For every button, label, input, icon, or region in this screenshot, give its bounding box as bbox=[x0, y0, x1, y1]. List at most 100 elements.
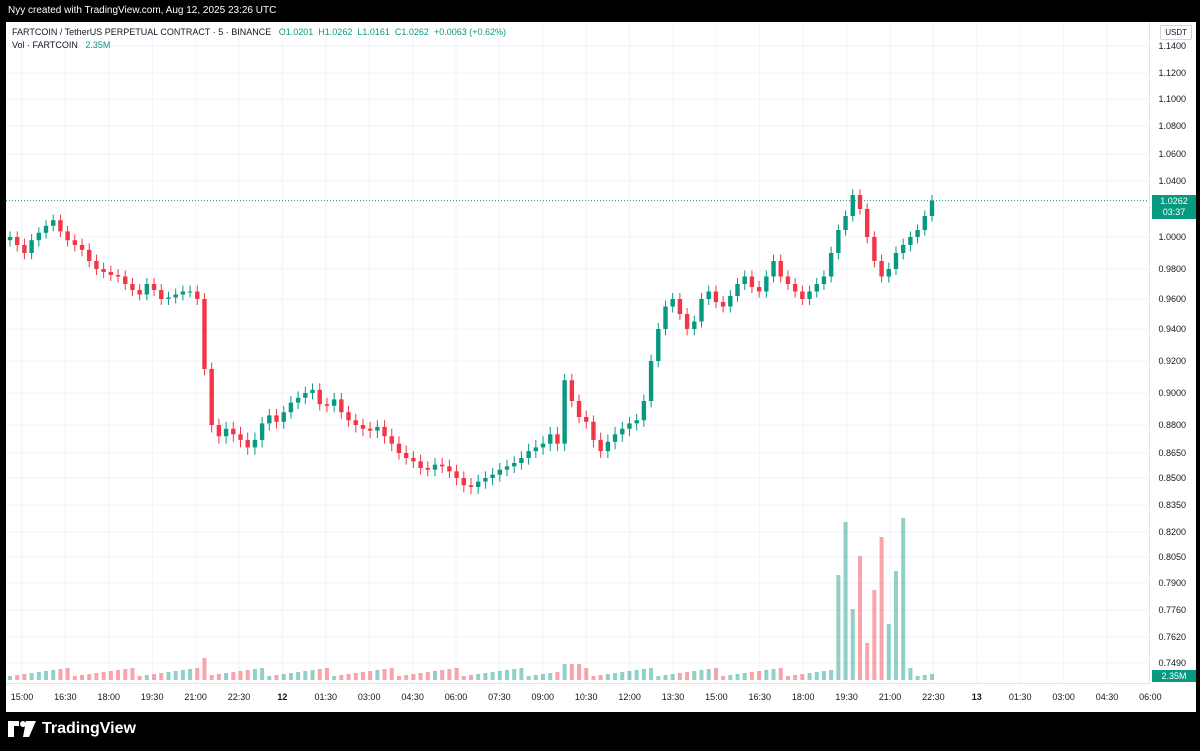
price-tick: 0.7900 bbox=[1158, 578, 1186, 588]
volume-bar bbox=[857, 556, 862, 680]
price-tick: 0.8200 bbox=[1158, 527, 1186, 537]
volume-bar bbox=[144, 675, 149, 680]
candle-body bbox=[591, 421, 596, 440]
volume-bar bbox=[29, 673, 34, 680]
volume-bar bbox=[728, 675, 733, 680]
time-tick: 15:00 bbox=[705, 692, 728, 702]
volume-bar bbox=[65, 668, 70, 680]
volume-bar bbox=[836, 575, 841, 680]
candle-body bbox=[476, 481, 481, 487]
candle-body bbox=[403, 453, 409, 458]
high-value: H1.0262 bbox=[318, 27, 353, 37]
candle-body bbox=[706, 291, 711, 299]
price-plot[interactable] bbox=[6, 22, 1150, 684]
volume-bar bbox=[252, 669, 257, 680]
candle-body bbox=[288, 402, 294, 413]
price-tick: 0.8800 bbox=[1158, 420, 1186, 430]
volume-bar bbox=[512, 669, 517, 680]
currency-unit-button[interactable]: USDT bbox=[1160, 25, 1192, 40]
volume-label[interactable]: Vol · FARTCOIN bbox=[12, 40, 78, 50]
time-tick: 01:30 bbox=[314, 692, 338, 702]
candle-body bbox=[620, 428, 625, 435]
volume-bar bbox=[692, 671, 697, 680]
volume-bar bbox=[15, 675, 20, 680]
volume-bar bbox=[562, 664, 567, 680]
time-tick: 04:30 bbox=[1095, 692, 1119, 702]
volume-bar bbox=[130, 668, 135, 680]
volume-bar bbox=[195, 668, 200, 680]
candle-body bbox=[360, 425, 366, 429]
candle-body bbox=[648, 361, 654, 401]
candle-body bbox=[720, 302, 726, 307]
candle-body bbox=[159, 290, 164, 299]
volume-bar bbox=[584, 668, 589, 680]
time-tick: 10:30 bbox=[574, 692, 598, 702]
volume-bar bbox=[461, 676, 466, 680]
time-tick: 13:30 bbox=[661, 692, 685, 702]
volume-bar bbox=[605, 674, 610, 680]
volume-bar bbox=[51, 670, 56, 680]
time-tick: 15:00 bbox=[10, 692, 34, 702]
volume-bar bbox=[389, 668, 394, 680]
candle-body bbox=[108, 272, 114, 275]
candle-body bbox=[555, 434, 560, 444]
candle-body bbox=[317, 389, 322, 405]
candle-body bbox=[504, 466, 510, 470]
chart-panel[interactable]: FARTCOIN / TetherUS PERPETUAL CONTRACT ·… bbox=[6, 22, 1196, 712]
time-tick: 19:30 bbox=[835, 692, 858, 702]
candle-body bbox=[778, 261, 783, 277]
candle-body bbox=[656, 329, 661, 361]
volume-bar bbox=[231, 672, 236, 680]
volume-bar bbox=[901, 518, 906, 680]
volume-bar bbox=[541, 674, 546, 680]
volume-bar bbox=[360, 672, 365, 680]
candle-body bbox=[634, 420, 639, 424]
candle-body bbox=[814, 284, 819, 292]
candle-body bbox=[879, 261, 884, 277]
candle-body bbox=[137, 290, 142, 295]
volume-bar bbox=[332, 676, 337, 680]
candle-body bbox=[180, 291, 186, 295]
candle-body bbox=[692, 321, 697, 329]
candle-body bbox=[771, 261, 776, 277]
volume-bar bbox=[108, 671, 113, 680]
price-tick: 0.7620 bbox=[1158, 632, 1186, 642]
volume-bar bbox=[555, 672, 560, 680]
time-axis[interactable]: 15:00 16:30 18:00 19:30 21:00 22:30 12 01:30 03:… bbox=[6, 683, 1162, 712]
open-value: O1.0201 bbox=[278, 27, 314, 37]
volume-bar bbox=[850, 609, 855, 680]
price-axis[interactable]: USDT 1.0262 03:37 2.35M 1.1400 1.1200 1.10… bbox=[1149, 22, 1196, 684]
volume-bar bbox=[569, 664, 574, 680]
volume-bar bbox=[396, 676, 401, 680]
candle-body bbox=[641, 401, 647, 421]
volume-bar bbox=[317, 669, 322, 680]
volume-bar bbox=[101, 672, 106, 680]
candle-body bbox=[684, 314, 690, 329]
candle-body bbox=[396, 443, 402, 453]
time-tick: 22:30 bbox=[922, 692, 945, 702]
volume-bar bbox=[930, 674, 934, 680]
volume-bar bbox=[267, 676, 272, 680]
volume-bar bbox=[490, 672, 495, 680]
time-tick: 19:30 bbox=[140, 692, 164, 702]
volume-bar bbox=[44, 671, 49, 680]
candle-body bbox=[699, 299, 704, 322]
volume-bar bbox=[166, 672, 171, 680]
symbol-title[interactable]: FARTCOIN / TetherUS PERPETUAL CONTRACT ·… bbox=[12, 27, 271, 37]
volume-bar bbox=[591, 676, 596, 680]
candle-body bbox=[439, 464, 445, 467]
volume-bar bbox=[620, 672, 625, 680]
volume-last-label: 2.35M bbox=[1152, 670, 1196, 682]
bar-countdown: 03:37 bbox=[1162, 207, 1186, 217]
volume-bar bbox=[288, 673, 293, 680]
volume-bar bbox=[577, 664, 582, 680]
volume-bar bbox=[339, 675, 344, 680]
candle-body bbox=[223, 428, 229, 437]
candle-body bbox=[454, 471, 459, 478]
price-tick: 0.9000 bbox=[1158, 388, 1186, 398]
volume-bar bbox=[641, 669, 646, 680]
volume-bar bbox=[22, 674, 27, 680]
candle-body bbox=[36, 232, 42, 241]
volume-bar bbox=[152, 674, 157, 680]
volume-bar bbox=[346, 674, 351, 680]
